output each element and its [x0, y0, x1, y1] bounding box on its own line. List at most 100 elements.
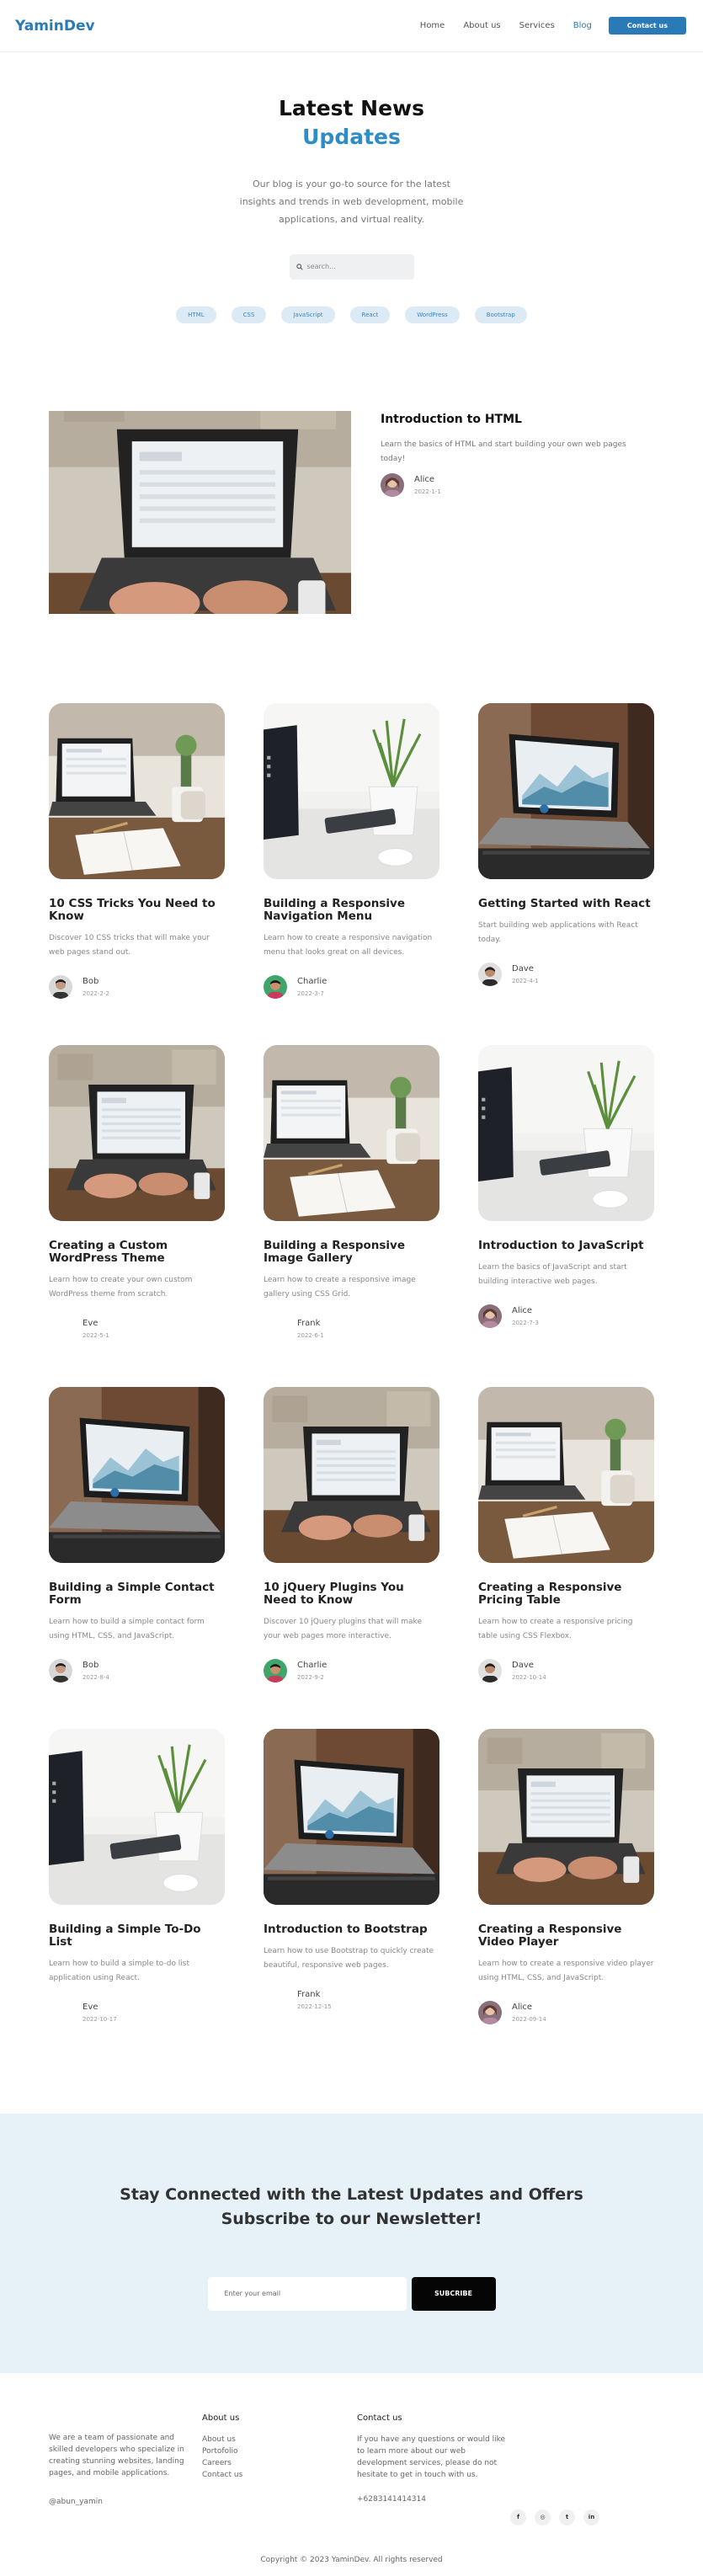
post-image[interactable] — [478, 1386, 654, 1563]
email-input[interactable] — [207, 2276, 407, 2311]
post-image[interactable] — [264, 702, 439, 879]
author-name: Eve — [83, 1318, 99, 1328]
post-date: 2022-10-14 — [512, 1673, 546, 1681]
post-image[interactable] — [49, 1728, 225, 1905]
tag-wordpress[interactable]: WordPress — [405, 306, 460, 323]
contact-us-button[interactable]: Contact us — [608, 17, 686, 35]
nav-about-us[interactable]: About us — [463, 21, 500, 30]
search-icon — [296, 264, 303, 270]
post-image[interactable] — [49, 1044, 225, 1221]
main-nav: Home About us Services Blog Contact us — [402, 17, 686, 35]
post-title[interactable]: Introduction to JavaScript — [478, 1239, 654, 1252]
post-card: Building a Simple Contact Form Learn how… — [49, 1386, 225, 1729]
footer-link-careers[interactable]: Careers — [202, 2458, 242, 2470]
post-image[interactable] — [478, 702, 654, 879]
post-title[interactable]: Creating a Custom WordPress Theme — [49, 1239, 225, 1265]
author-meta: Alice 2022-1-1 — [414, 475, 441, 495]
post-image[interactable] — [264, 1044, 439, 1221]
post-title[interactable]: Building a Responsive Image Gallery — [264, 1239, 439, 1265]
post-title[interactable]: 10 CSS Tricks You Need to Know — [49, 897, 225, 923]
instagram-icon[interactable]: ◎ — [535, 2509, 551, 2525]
post-card: Introduction to JavaScript Learn the bas… — [478, 1044, 654, 1387]
newsletter-form: SUBCRIBE — [0, 2276, 703, 2311]
post-description: Learn how to build a simple to-do list a… — [49, 1959, 190, 1983]
post-card: Getting Started with React Start buildin… — [478, 702, 654, 1045]
avatar — [49, 2001, 72, 2024]
footer-about-heading: About us — [202, 2413, 240, 2423]
avatar — [381, 473, 404, 497]
facebook-icon[interactable]: f — [510, 2509, 526, 2525]
author-meta: Bob 2022-2-2 — [83, 977, 109, 997]
featured-post-title[interactable]: Introduction to HTML — [381, 413, 642, 426]
author-meta: Eve 2022-10-17 — [83, 2003, 117, 2023]
author-name: Alice — [414, 475, 435, 484]
author-meta: Frank 2022-12-15 — [297, 1990, 332, 2010]
footer-link-contact-us[interactable]: Contact us — [202, 2470, 242, 2482]
avatar — [478, 962, 502, 986]
footer-about: We are a team of passionate and skilled … — [49, 2433, 197, 2509]
nav-home[interactable]: Home — [420, 21, 445, 30]
linkedin-icon[interactable]: in — [583, 2509, 599, 2525]
post-title[interactable]: Creating a Responsive Video Player — [478, 1923, 654, 1949]
hero-section: Latest News Updates Our blog is your go-… — [0, 52, 703, 323]
author-name: Frank — [297, 1318, 321, 1328]
tag-html[interactable]: HTML — [176, 306, 216, 323]
post-card: Building a Responsive Image Gallery Lear… — [264, 1044, 439, 1387]
post-title[interactable]: Getting Started with React — [478, 897, 654, 910]
site-footer: We are a team of passionate and skilled … — [0, 2373, 703, 2576]
post-author: Dave 2022-10-14 — [478, 1658, 654, 1683]
author-meta: Frank 2022-6-1 — [297, 1319, 324, 1339]
twitter-icon[interactable]: t — [559, 2509, 575, 2525]
post-card: Creating a Responsive Video Player Learn… — [478, 1728, 654, 2071]
post-date: 2022-5-1 — [83, 1331, 109, 1339]
post-image[interactable] — [49, 1386, 225, 1563]
post-description: Learn how to build a simple contact form… — [49, 1617, 205, 1641]
post-image[interactable] — [264, 1386, 439, 1563]
post-title[interactable]: Building a Simple To-Do List — [49, 1923, 225, 1949]
footer-phone[interactable]: +6283141414314 — [357, 2495, 514, 2504]
post-title[interactable]: Introduction to Bootstrap — [264, 1923, 439, 1936]
newsletter-title: Stay Connected with the Latest Updates a… — [120, 2184, 583, 2229]
footer-handle[interactable]: @abun_yamin — [49, 2497, 197, 2509]
post-card: Creating a Custom WordPress Theme Learn … — [49, 1044, 225, 1387]
tag-bootstrap[interactable]: Bootstrap — [474, 306, 527, 323]
footer-link-about-us[interactable]: About us — [202, 2435, 242, 2446]
author-meta: Charlie 2022-3-7 — [297, 977, 327, 997]
avatar — [264, 974, 287, 999]
post-title[interactable]: Building a Responsive Navigation Menu — [264, 897, 439, 923]
post-image[interactable] — [478, 1044, 654, 1221]
avatar — [49, 1658, 72, 1683]
avatar — [478, 1304, 502, 1328]
tag-javascript[interactable]: JavaScript — [281, 306, 335, 323]
footer-link-portofolio[interactable]: Portofolio — [202, 2446, 242, 2458]
footer-about-text: We are a team of passionate and skilled … — [49, 2433, 184, 2477]
nav-blog[interactable]: Blog — [573, 21, 592, 30]
author-meta: Bob 2022-8-4 — [83, 1661, 109, 1681]
search-input[interactable] — [306, 263, 400, 271]
avatar — [49, 1317, 72, 1341]
post-image[interactable] — [264, 1728, 439, 1905]
post-image[interactable] — [478, 1728, 654, 1905]
post-title[interactable]: 10 jQuery Plugins You Need to Know — [264, 1581, 439, 1607]
author-name: Eve — [83, 2002, 99, 2012]
post-card: Building a Responsive Navigation Menu Le… — [264, 702, 439, 1045]
post-title[interactable]: Creating a Responsive Pricing Table — [478, 1581, 654, 1607]
subscribe-button[interactable]: SUBCRIBE — [411, 2276, 496, 2311]
nav-services[interactable]: Services — [519, 21, 555, 30]
logo[interactable]: YaminDev — [15, 18, 95, 35]
author-name: Alice — [512, 2002, 533, 2012]
social-links: f ◎ t in — [510, 2509, 608, 2525]
post-image[interactable] — [49, 702, 225, 879]
post-title[interactable]: Building a Simple Contact Form — [49, 1581, 225, 1607]
tag-css[interactable]: CSS — [231, 306, 267, 323]
author-meta: Dave 2022-10-14 — [512, 1661, 546, 1681]
author-meta: Alice 2022-7-3 — [512, 1306, 539, 1326]
post-date: 2022-4-1 — [512, 977, 539, 984]
tag-react[interactable]: React — [349, 306, 391, 323]
featured-post-image[interactable] — [49, 360, 351, 664]
author-meta: Eve 2022-5-1 — [83, 1319, 109, 1339]
post-date: 2022-8-4 — [83, 1673, 109, 1681]
avatar — [478, 2000, 502, 2024]
post-description: Learn how to create a responsive video p… — [478, 1959, 654, 1983]
post-description: Learn how to create a responsive pricing… — [478, 1617, 633, 1641]
